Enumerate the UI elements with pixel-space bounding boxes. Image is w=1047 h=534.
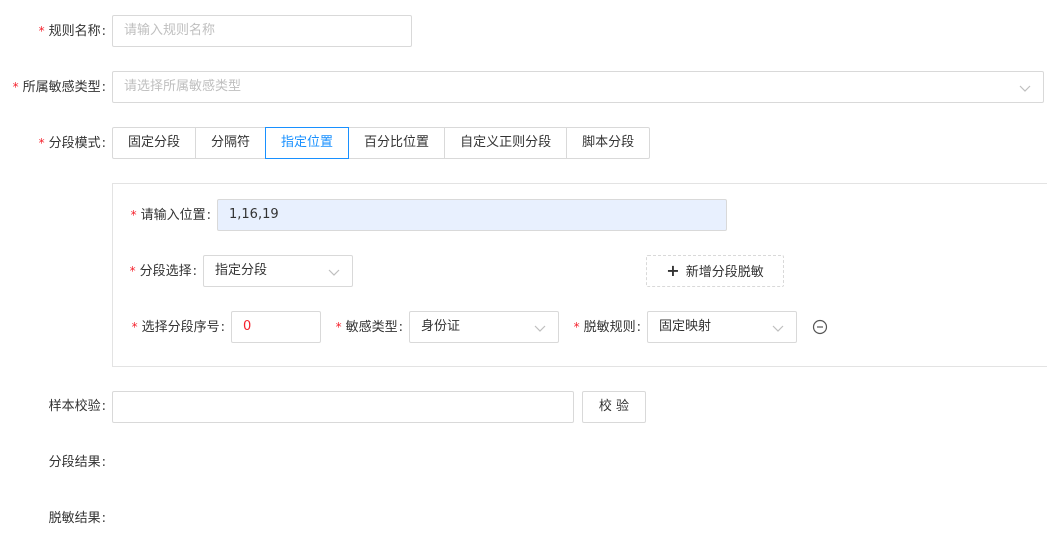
segment-index-value: 0: [243, 319, 252, 334]
required-mark: *: [573, 320, 580, 334]
mask-rule-value: 固定映射: [659, 319, 712, 334]
minus-circle-icon[interactable]: [812, 319, 828, 335]
add-segment-mask-label: 新增分段脱敏: [685, 265, 764, 280]
segment-index-label-text: 选择分段序号: [141, 320, 220, 335]
sensitive-category-placeholder: 请选择所属敏感类型: [124, 79, 242, 94]
verify-button[interactable]: 校 验: [582, 391, 646, 423]
sensitive-type-label: * 敏感类型:: [335, 320, 403, 335]
sensitive-type-label-text: 敏感类型: [345, 320, 398, 335]
mask-rule-label: * 脱敏规则:: [573, 320, 641, 335]
segment-mode-label-text: 分段模式: [48, 136, 101, 151]
segment-result-label: 分段结果:: [48, 455, 106, 470]
position-value: 1,16,19: [229, 207, 279, 222]
segment-mode-position[interactable]: 指定位置: [265, 127, 350, 159]
chevron-down-icon: [772, 325, 784, 332]
mask-rule-select[interactable]: 固定映射: [647, 311, 797, 343]
sensitive-type-value: 身份证: [421, 319, 461, 334]
mask-result-label-text: 脱敏结果: [48, 511, 101, 526]
position-label: * 请输入位置:: [130, 208, 211, 223]
sensitive-type-select[interactable]: 身份证: [409, 311, 559, 343]
segment-mode-radio-group: 固定分段 分隔符 指定位置 百分比位置 自定义正则分段 脚本分段: [112, 127, 651, 159]
sensitive-category-label: * 所属敏感类型:: [12, 80, 106, 95]
segment-select-label-text: 分段选择: [139, 264, 192, 279]
required-mark: *: [38, 136, 45, 150]
position-label-text: 请输入位置: [140, 208, 206, 223]
plus-icon: +: [666, 261, 680, 280]
sensitive-category-select[interactable]: 请选择所属敏感类型: [112, 71, 1044, 103]
required-mark: *: [335, 320, 342, 334]
segment-index-input[interactable]: 0: [231, 311, 321, 343]
required-mark: *: [130, 208, 137, 222]
segment-mode-percent[interactable]: 百分比位置: [348, 127, 446, 159]
rule-name-input[interactable]: 请输入规则名称: [112, 15, 412, 47]
segment-index-label: * 选择分段序号:: [131, 320, 225, 335]
segment-mode-delimiter[interactable]: 分隔符: [195, 127, 267, 159]
position-input[interactable]: 1,16,19: [217, 199, 727, 231]
sensitive-category-label-text: 所属敏感类型: [22, 80, 101, 95]
rule-name-label-text: 规则名称: [48, 24, 101, 39]
required-mark: *: [12, 80, 19, 94]
segment-mode-label: * 分段模式:: [38, 136, 106, 151]
segment-select-dropdown[interactable]: 指定分段: [203, 255, 353, 287]
add-segment-mask-button[interactable]: + 新增分段脱敏: [646, 255, 784, 287]
required-mark: *: [38, 24, 45, 38]
segment-select-label: * 分段选择:: [129, 264, 197, 279]
rule-name-placeholder: 请输入规则名称: [124, 23, 216, 38]
mask-result-label: 脱敏结果:: [48, 511, 106, 526]
mask-rule-label-text: 脱敏规则: [583, 320, 636, 335]
required-mark: *: [131, 320, 138, 334]
rule-name-label: * 规则名称:: [38, 24, 106, 39]
sample-check-label-text: 样本校验: [48, 399, 101, 414]
segment-result-label-text: 分段结果: [48, 455, 101, 470]
segment-select-value: 指定分段: [215, 263, 268, 278]
segment-mode-script[interactable]: 脚本分段: [566, 127, 651, 159]
chevron-down-icon: [1019, 85, 1031, 92]
chevron-down-icon: [534, 325, 546, 332]
chevron-down-icon: [328, 269, 340, 276]
required-mark: *: [129, 264, 136, 278]
sample-check-input[interactable]: [112, 391, 574, 423]
verify-button-label: 校 验: [598, 399, 630, 414]
segment-mode-regex[interactable]: 自定义正则分段: [444, 127, 568, 159]
segment-mode-fixed[interactable]: 固定分段: [112, 127, 197, 159]
sample-check-label: 样本校验:: [48, 399, 106, 414]
